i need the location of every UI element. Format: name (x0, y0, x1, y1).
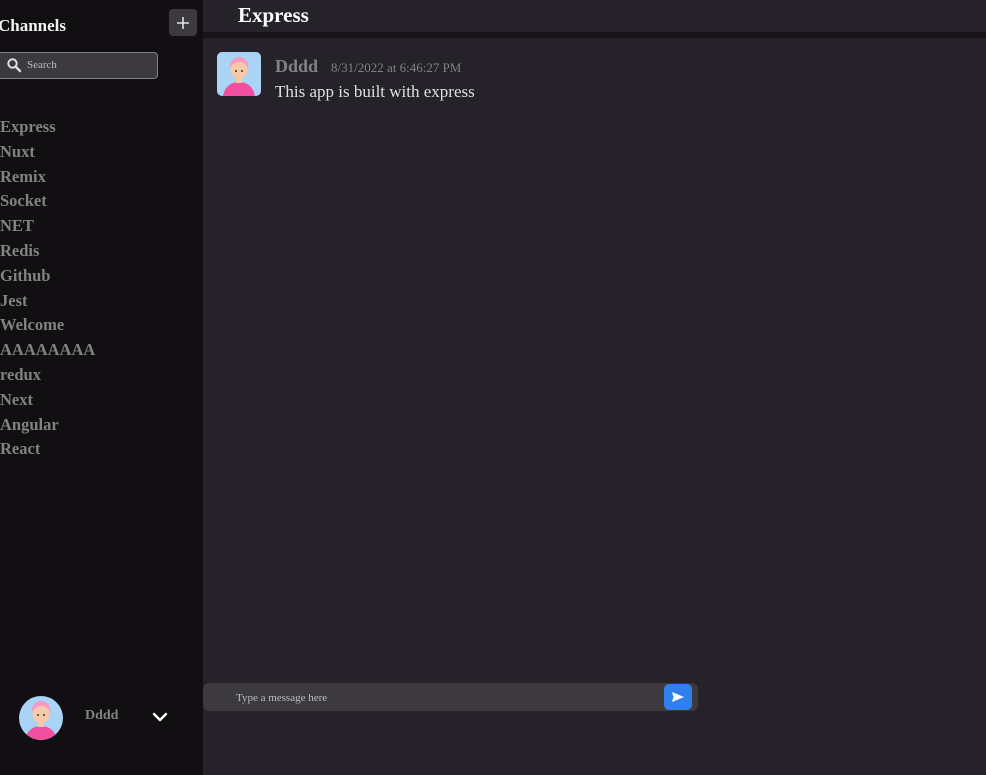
channel-item-redis[interactable]: Redis (0, 240, 95, 265)
message-item: Dddd 8/31/2022 at 6:46:27 PM This app is… (217, 52, 957, 112)
message-avatar (217, 52, 261, 96)
message-text: This app is built with express (275, 82, 475, 101)
user-name: Dddd (85, 708, 119, 723)
send-button[interactable] (664, 684, 692, 710)
channel-item-net[interactable]: NET (0, 215, 95, 240)
channel-list: Express Nuxt Remix Socket NET Redis Gith… (0, 116, 95, 463)
send-icon (672, 692, 684, 702)
message-input[interactable] (236, 690, 656, 706)
add-channel-button[interactable] (169, 9, 197, 36)
search-box[interactable] (0, 52, 158, 79)
channel-title: Express (238, 3, 309, 27)
channel-item-next[interactable]: Next (0, 389, 95, 414)
message-author: Dddd (275, 56, 319, 76)
channel-item-angular[interactable]: Angular (0, 414, 95, 439)
message-composer (203, 683, 698, 711)
channel-item-nuxt[interactable]: Nuxt (0, 141, 95, 166)
channel-item-jest[interactable]: Jest (0, 290, 95, 315)
channel-item-redux[interactable]: redux (0, 364, 95, 389)
sidebar-title: Channels (0, 16, 67, 35)
channel-item-react[interactable]: React (0, 438, 95, 463)
header-divider (203, 32, 986, 38)
sidebar: Channels Express Nuxt Remix Socket NET R… (0, 0, 203, 775)
avatar-image (19, 696, 63, 740)
plus-icon (177, 16, 189, 29)
channel-item-express[interactable]: Express (0, 116, 95, 141)
channel-item-aaaaaaaa[interactable]: AAAAAAAA (0, 339, 95, 364)
search-icon (7, 58, 22, 73)
search-input[interactable] (27, 56, 147, 74)
channel-item-github[interactable]: Github (0, 265, 95, 290)
channel-header: Express (203, 0, 986, 32)
user-panel: Dddd (0, 680, 203, 775)
message-timestamp: 8/31/2022 at 6:46:27 PM (331, 60, 462, 75)
channel-item-socket[interactable]: Socket (0, 190, 95, 215)
avatar[interactable] (19, 696, 63, 740)
avatar-image (217, 52, 261, 96)
channel-item-welcome[interactable]: Welcome (0, 314, 95, 339)
chevron-down-icon[interactable] (151, 711, 169, 723)
channel-item-remix[interactable]: Remix (0, 166, 95, 191)
